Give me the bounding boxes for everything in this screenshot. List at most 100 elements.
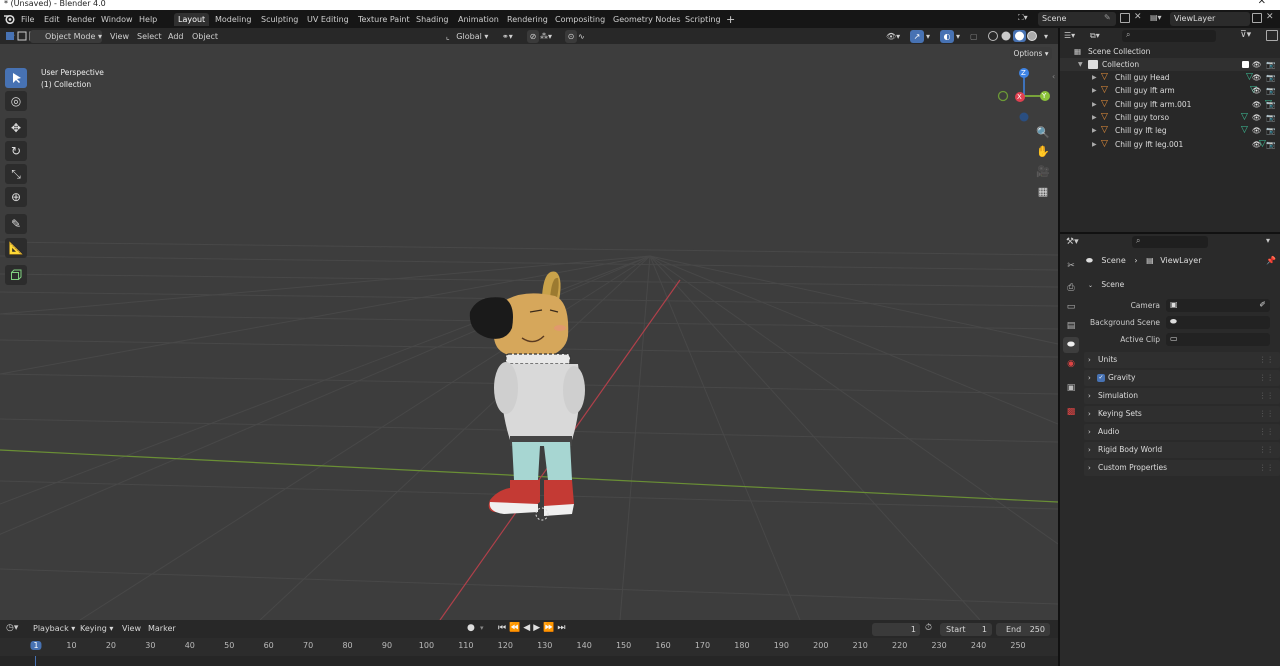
select-box-tool[interactable] bbox=[5, 68, 27, 88]
new-viewlayer-icon[interactable] bbox=[1252, 13, 1262, 23]
texture-tab-icon[interactable]: ▩ bbox=[1063, 404, 1079, 420]
eye-icon[interactable]: 👁 bbox=[1252, 124, 1262, 137]
active-clip-field[interactable]: ▭ bbox=[1166, 333, 1270, 346]
expand-arrow-icon[interactable]: ▶ bbox=[1092, 98, 1097, 111]
camera-render-icon[interactable]: 📷 bbox=[1266, 58, 1275, 71]
outliner-row-object[interactable]: ▶ ▽ Chill guy lft arm.001 ▽ 👁 📷 bbox=[1060, 98, 1280, 111]
drag-handle-icon[interactable]: ⋮⋮ bbox=[1259, 442, 1274, 458]
tab-compositing[interactable]: Compositing bbox=[551, 13, 609, 26]
blender-logo-icon[interactable] bbox=[4, 14, 15, 25]
outliner-search-input[interactable]: ⌕ bbox=[1122, 30, 1216, 42]
viewlayer-field[interactable]: ViewLayer bbox=[1170, 12, 1250, 26]
options-dropdown[interactable]: Options ▾ bbox=[1010, 47, 1052, 60]
mode-dropdown[interactable]: Object Mode ▾ bbox=[30, 30, 102, 43]
panel-audio[interactable]: › Audio ⋮⋮ bbox=[1084, 424, 1280, 440]
new-scene-icon[interactable] bbox=[1120, 13, 1130, 23]
panel-rigid-body-world[interactable]: › Rigid Body World ⋮⋮ bbox=[1084, 442, 1280, 458]
gizmo-toggle-icon[interactable]: ↗ bbox=[910, 30, 924, 43]
eye-icon[interactable]: 👁 bbox=[1252, 58, 1262, 71]
character-model[interactable] bbox=[460, 266, 590, 486]
playback-controls[interactable]: ⏮⏪◀▶⏩⏭ bbox=[498, 623, 578, 633]
add-workspace-button[interactable]: + bbox=[722, 13, 739, 26]
camera-field[interactable]: ▣ ✐ bbox=[1166, 299, 1270, 312]
outliner-row-object[interactable]: ▶ ▽ Chill guy lft arm ▽ 👁 📷 bbox=[1060, 84, 1280, 97]
scene-tab-icon[interactable]: ⬬ bbox=[1063, 337, 1079, 353]
delete-viewlayer-icon[interactable]: ✕ bbox=[1266, 12, 1274, 22]
breadcrumb-viewlayer[interactable]: ViewLayer bbox=[1160, 256, 1201, 265]
panel-keying-sets[interactable]: › Keying Sets ⋮⋮ bbox=[1084, 406, 1280, 422]
annotate-tool[interactable]: ✎ bbox=[5, 214, 27, 234]
drag-handle-icon[interactable]: ⋮⋮ bbox=[1259, 352, 1274, 368]
pivot-point-icon[interactable]: ⚭▾ bbox=[502, 30, 526, 43]
outliner-row-object[interactable]: ▶ ▽ Chill guy Head ▽ 👁 📷 bbox=[1060, 71, 1280, 84]
expand-arrow-icon[interactable]: ▼ bbox=[1078, 58, 1083, 71]
tab-animation[interactable]: Animation bbox=[454, 13, 503, 26]
pin-icon[interactable]: 📌 bbox=[1266, 256, 1276, 265]
tab-texture-paint[interactable]: Texture Paint bbox=[354, 13, 414, 26]
menu-help[interactable]: Help bbox=[135, 13, 161, 26]
gizmo-dropdown-icon[interactable]: ▾ bbox=[926, 30, 930, 43]
expand-arrow-icon[interactable]: ▶ bbox=[1092, 84, 1097, 97]
output-tab-icon[interactable]: ▭ bbox=[1063, 299, 1079, 315]
viewlayer-icon[interactable]: ▤▾ bbox=[1150, 13, 1168, 25]
overlay-toggle-icon[interactable]: ◐ bbox=[940, 30, 954, 43]
snap-target-icon[interactable]: ⁂▾ bbox=[540, 30, 562, 43]
eye-icon[interactable]: 👁 bbox=[1252, 84, 1262, 97]
tab-scripting[interactable]: Scripting bbox=[681, 13, 725, 26]
scene-icon[interactable]: ⛶▾ bbox=[1018, 13, 1036, 25]
perspective-grid-icon[interactable]: ▦ bbox=[1034, 182, 1052, 200]
menu-render[interactable]: Render bbox=[63, 13, 99, 26]
outliner-row-scene-collection[interactable]: ▦ Scene Collection bbox=[1060, 45, 1280, 58]
pan-hand-icon[interactable]: ✋ bbox=[1034, 142, 1052, 160]
menu-add[interactable]: Add bbox=[168, 30, 184, 43]
drag-handle-icon[interactable]: ⋮⋮ bbox=[1259, 424, 1274, 440]
drag-handle-icon[interactable]: ⋮⋮ bbox=[1259, 406, 1274, 422]
collection-checkbox[interactable] bbox=[1242, 61, 1249, 68]
outliner-row-collection[interactable]: ▼ Collection 👁 📷 bbox=[1060, 58, 1280, 71]
panel-gravity[interactable]: › ✓ Gravity ⋮⋮ bbox=[1084, 370, 1280, 386]
tab-geometry-nodes[interactable]: Geometry Nodes bbox=[609, 13, 684, 26]
transform-tool[interactable]: ⊕ bbox=[5, 187, 27, 207]
3d-viewport[interactable]: User Perspective (1) Collection ◎ ✥ ↻ ⤡ … bbox=[0, 44, 1058, 620]
rotate-tool[interactable]: ↻ bbox=[5, 141, 27, 161]
filter-icon[interactable]: ⊽▾ bbox=[1240, 30, 1260, 40]
menu-object[interactable]: Object bbox=[192, 30, 218, 43]
proportional-edit-icon[interactable]: ⊙ bbox=[565, 30, 577, 43]
keying-menu[interactable]: Keying ▾ bbox=[80, 624, 113, 633]
end-frame-field[interactable]: End 250 bbox=[996, 623, 1050, 636]
menu-view[interactable]: View bbox=[110, 30, 129, 43]
tab-rendering[interactable]: Rendering bbox=[503, 13, 552, 26]
visibility-icon[interactable]: 👁▾ bbox=[886, 30, 908, 43]
shading-dropdown-icon[interactable]: ▾ bbox=[1044, 30, 1048, 43]
delete-scene-icon[interactable]: ✕ bbox=[1134, 12, 1142, 22]
timeline-area[interactable]: 1 10 20 30 40 50 60 70 80 90 100 110 120 130 140 150 160… bbox=[0, 638, 1058, 666]
outliner-row-object[interactable]: ▶ ▽ Chill gy lft leg ▽ 👁 📷 bbox=[1060, 124, 1280, 137]
drag-handle-icon[interactable]: ⋮⋮ bbox=[1259, 460, 1274, 476]
marker-menu[interactable]: Marker bbox=[148, 624, 176, 633]
expand-arrow-icon[interactable]: ▶ bbox=[1092, 71, 1097, 84]
eye-icon[interactable]: 👁 bbox=[1252, 138, 1262, 151]
close-icon[interactable]: ✕ bbox=[1258, 0, 1266, 7]
view-layer-tab-icon[interactable]: ▤ bbox=[1063, 318, 1079, 334]
collection-tab-icon[interactable]: ▣ bbox=[1063, 380, 1079, 396]
stopwatch-icon[interactable]: ⏱ bbox=[925, 623, 932, 633]
scale-tool[interactable]: ⤡ bbox=[5, 164, 27, 184]
properties-editor-type-icon[interactable]: ⚒▾ bbox=[1066, 237, 1086, 247]
menu-edit[interactable]: Edit bbox=[40, 13, 64, 26]
camera-render-icon[interactable]: 📷 bbox=[1266, 111, 1275, 124]
shading-modes[interactable] bbox=[986, 30, 1046, 43]
outliner-row-object[interactable]: ▶ ▽ Chill gy lft leg.001 ▽ 👁 📷 bbox=[1060, 138, 1280, 151]
camera-render-icon[interactable]: 📷 bbox=[1266, 84, 1275, 97]
xray-icon[interactable]: ▢ bbox=[970, 30, 982, 43]
new-collection-icon[interactable] bbox=[1266, 30, 1278, 41]
eye-icon[interactable]: 👁 bbox=[1252, 71, 1262, 84]
expand-arrow-icon[interactable]: ▶ bbox=[1092, 111, 1097, 124]
properties-options-icon[interactable]: ▾ bbox=[1266, 236, 1270, 245]
tab-shading[interactable]: Shading bbox=[412, 13, 453, 26]
panel-custom-properties[interactable]: › Custom Properties ⋮⋮ bbox=[1084, 460, 1280, 476]
breadcrumb-scene[interactable]: Scene bbox=[1101, 256, 1125, 265]
pin-scene-icon[interactable]: ✎ bbox=[1104, 13, 1111, 22]
outliner-row-object[interactable]: ▶ ▽ Chill guy torso ▽ 👁 📷 bbox=[1060, 111, 1280, 124]
cursor-tool[interactable]: ◎ bbox=[5, 91, 27, 111]
panel-units[interactable]: › Units ⋮⋮ bbox=[1084, 352, 1280, 368]
